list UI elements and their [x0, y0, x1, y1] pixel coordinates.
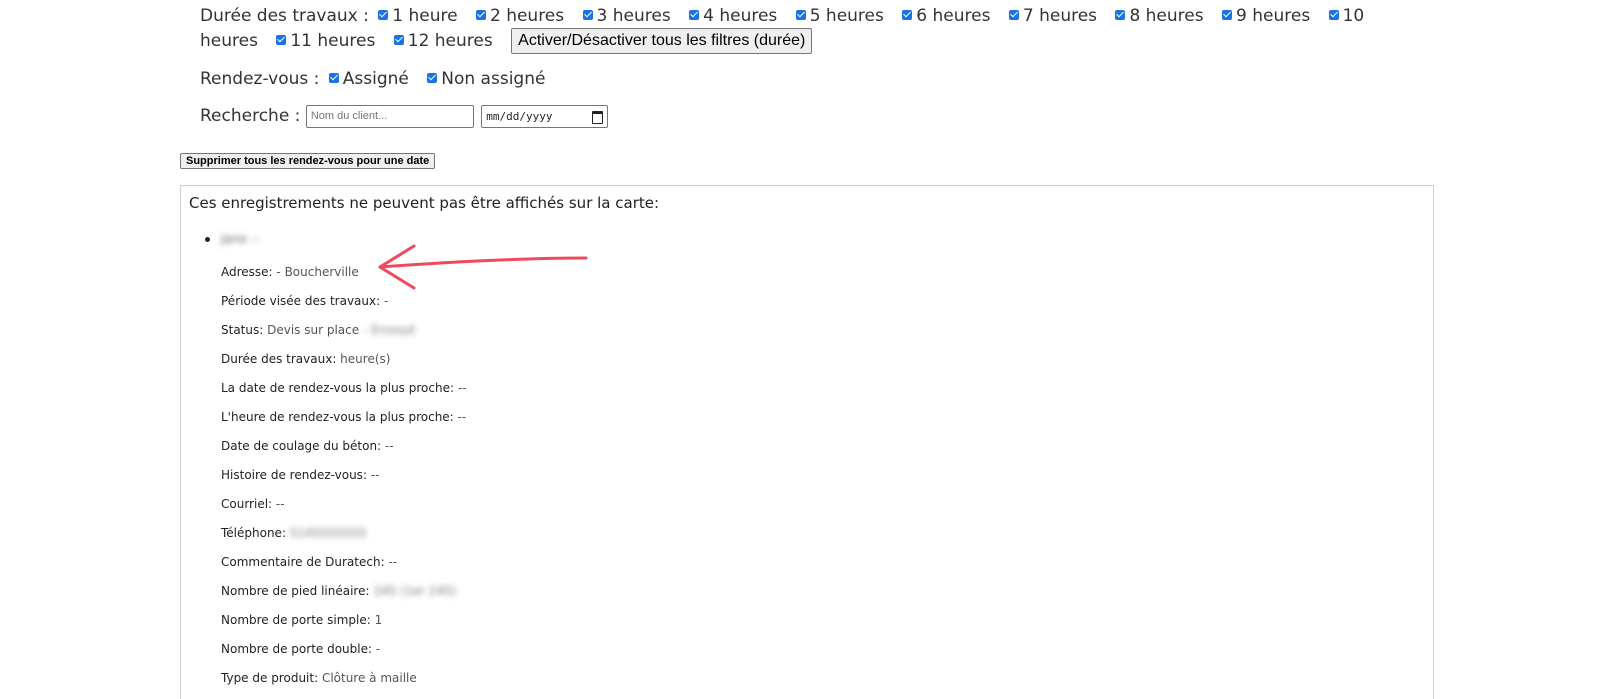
duration-option-label: 12 heures: [407, 31, 493, 51]
duration-11h-checkbox[interactable]: [276, 35, 287, 45]
duration-option-label: 9 heures: [1236, 6, 1311, 26]
duration-option-label: 6 heures: [916, 6, 991, 26]
duration-option-label: 2 heures: [489, 6, 565, 26]
delete-appointments-button[interactable]: Supprimer tous les rendez-vous pour une …: [180, 153, 436, 169]
page: Durée des travaux : 1 heure 2 heures 3 h…: [0, 0, 1599, 699]
record-field: L'heure de rendez-vous la plus proche: -…: [221, 409, 467, 438]
record-field-label: Status:: [221, 323, 264, 337]
record-field-value: Clôture à maille: [318, 671, 417, 685]
record-field: Status: Devis sur place - Envoyé: [221, 322, 467, 351]
duration-option-label: 3 heures: [596, 6, 671, 26]
record-field: Durée des travaux: heure(s): [221, 351, 467, 380]
duration-9h-checkbox[interactable]: [1222, 10, 1233, 20]
duration-5h-checkbox[interactable]: [795, 10, 806, 20]
record-field-value: Devis sur place: [263, 323, 360, 337]
duration-12h-checkbox[interactable]: [393, 35, 404, 45]
record-field: Nombre de porte double: -: [221, 641, 467, 670]
duration-4h-checkbox[interactable]: [689, 10, 700, 20]
record-name: Jane --: [221, 232, 260, 246]
record-field: Nombre de pied linéaire: 245 (1er 245): [221, 583, 467, 612]
duration-option-label: 8 heures: [1129, 6, 1204, 26]
duration-option-label: 7 heures: [1022, 6, 1098, 26]
appointment-option-label: Non assigné: [441, 69, 546, 89]
record-field-value: --: [384, 555, 398, 569]
duration-10h-checkbox[interactable]: [1328, 10, 1339, 20]
redacted-value: 245 (1er 245): [373, 584, 457, 598]
record-field-label: Nombre de porte double:: [221, 642, 373, 656]
record-field-label: L'heure de rendez-vous la plus proche:: [221, 410, 454, 424]
date-input-placeholder: mm/dd/yyyy: [486, 109, 553, 123]
arrow-shaft: [378, 256, 588, 269]
duration-1h-checkbox[interactable]: [378, 10, 389, 20]
record-field-label: Période visée des travaux:: [221, 294, 381, 308]
record-field: Type de produit: Clôture à maille: [221, 670, 467, 699]
record-field: Téléphone: 5145555555: [221, 525, 467, 554]
record-field-label: Date de coulage du béton:: [221, 439, 382, 453]
record-field-value: - Boucherville: [272, 265, 359, 279]
search-label: Recherche :: [200, 106, 301, 126]
duration-8h-checkbox[interactable]: [1115, 10, 1126, 20]
redacted-value: 5145555555: [290, 526, 367, 540]
duration-2h-checkbox[interactable]: [475, 10, 486, 20]
unmappable-records-panel: Ces enregistrements ne peuvent pas être …: [180, 185, 1434, 699]
appointment-filter-label: Rendez-vous :: [200, 69, 320, 89]
duration-option-label: 4 heures: [703, 6, 778, 26]
record-field-label: La date de rendez-vous la plus proche:: [221, 381, 455, 395]
date-input[interactable]: mm/dd/yyyy: [481, 104, 609, 128]
record-field-label: Histoire de rendez-vous:: [221, 468, 367, 482]
record-field-value: 1: [370, 613, 383, 627]
record-field-value: --: [453, 410, 467, 424]
record-field-label: Nombre de porte simple:: [221, 613, 371, 627]
duration-filter-row: Durée des travaux : 1 heure 2 heures 3 h…: [200, 4, 1390, 54]
record-field-value: --: [366, 468, 380, 482]
record-field-label: Téléphone:: [221, 526, 286, 540]
search-row: Recherche : Nom du client... mm/dd/yyyy: [200, 103, 1390, 129]
unassigned-checkbox[interactable]: [427, 73, 438, 83]
record-field: La date de rendez-vous la plus proche: -…: [221, 380, 467, 409]
record-field-value: heure(s): [336, 352, 391, 366]
red-arrow-annotation: [378, 244, 588, 290]
duration-3h-checkbox[interactable]: [582, 10, 593, 20]
toggle-duration-filters-button[interactable]: Activer/Désactiver tous les filtres (dur…: [511, 28, 813, 54]
record-field-value: --: [381, 439, 394, 453]
assigned-checkbox[interactable]: [328, 73, 339, 83]
record-field-label: Durée des travaux:: [221, 352, 337, 366]
redacted-value: - Envoyé: [363, 323, 416, 337]
panel-heading: Ces enregistrements ne peuvent pas être …: [189, 194, 660, 212]
duration-option-label: 5 heures: [809, 6, 884, 26]
duration-option-label: 11 heures: [290, 31, 376, 51]
record-field-value: --: [272, 497, 285, 511]
record-field-label: Type de produit:: [221, 671, 319, 685]
record-field: Histoire de rendez-vous: --: [221, 467, 467, 496]
record-field: Date de coulage du béton: --: [221, 438, 467, 467]
record-field: Commentaire de Duratech: --: [221, 554, 467, 583]
calendar-icon[interactable]: [592, 110, 604, 124]
record-field: Courriel: --: [221, 496, 467, 525]
appointment-filter-row: Rendez-vous : Assigné Non assigné: [200, 67, 1390, 91]
duration-6h-checkbox[interactable]: [902, 10, 913, 20]
record-field-label: Courriel:: [221, 497, 273, 511]
duration-option-label: 1 heure: [392, 6, 458, 26]
duration-7h-checkbox[interactable]: [1008, 10, 1019, 20]
filters-section: Durée des travaux : 1 heure 2 heures 3 h…: [200, 4, 1390, 129]
appointment-option-label: Assigné: [342, 69, 409, 89]
duration-filter-label: Durée des travaux :: [200, 6, 369, 26]
record-field-label: Commentaire de Duratech:: [221, 555, 385, 569]
record-field-label: Nombre de pied linéaire:: [221, 584, 370, 598]
list-bullet: [205, 237, 210, 242]
record-field-value: -: [372, 642, 381, 656]
record-field: Nombre de porte simple: 1: [221, 612, 467, 641]
record-field-value: --: [454, 381, 467, 395]
record-fields: Adresse: - Boucherville Période visée des…: [221, 264, 467, 699]
client-name-input[interactable]: Nom du client...: [305, 104, 474, 128]
record-field-label: Adresse:: [221, 265, 273, 279]
